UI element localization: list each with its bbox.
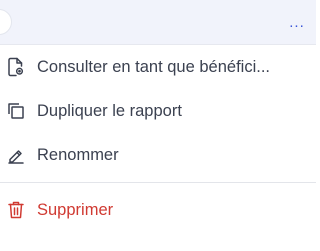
trash-icon [6,200,26,220]
menu-header: ... [0,0,316,45]
rename-item[interactable]: Renommer [0,133,316,177]
menu-item-label: Dupliquer le rapport [37,101,182,120]
avatar [0,9,12,35]
view-as-beneficiary-item[interactable]: Consulter en tant que bénéfici... [0,45,316,89]
menu-item-label: Renommer [37,145,119,164]
document-view-icon [6,57,26,77]
menu-item-label: Supprimer [37,200,114,219]
context-menu-panel: ... Consulter en tant que bénéfici... Du… [0,0,316,251]
delete-item[interactable]: Supprimer [0,188,316,232]
menu-item-label: Consulter en tant que bénéfici... [37,57,270,76]
duplicate-report-item[interactable]: Dupliquer le rapport [0,89,316,133]
action-menu: Consulter en tant que bénéfici... Dupliq… [0,45,316,232]
more-options-button[interactable]: ... [284,10,310,34]
pencil-icon [6,145,26,165]
duplicate-icon [6,101,26,121]
menu-divider [0,182,316,183]
